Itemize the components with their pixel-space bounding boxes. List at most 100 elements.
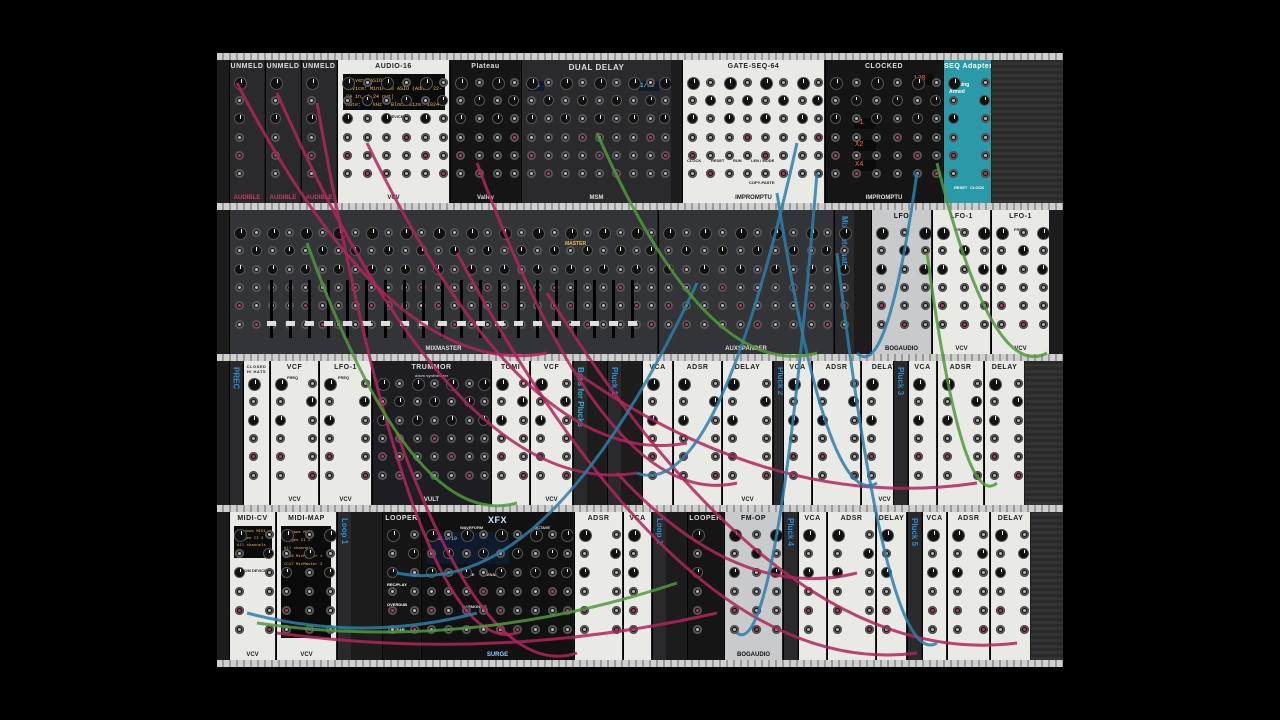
knob[interactable] xyxy=(892,96,902,106)
jack-socket[interactable] xyxy=(717,319,727,329)
jack-socket[interactable] xyxy=(980,301,989,311)
knob[interactable] xyxy=(282,530,293,541)
jack-socket[interactable] xyxy=(439,78,448,87)
jack-socket[interactable] xyxy=(282,625,291,634)
knob[interactable] xyxy=(728,379,739,390)
knob[interactable] xyxy=(849,397,858,407)
jack-socket[interactable] xyxy=(711,379,720,388)
jack-socket[interactable] xyxy=(343,150,352,160)
knob[interactable] xyxy=(730,530,741,541)
jack-socket[interactable] xyxy=(444,587,454,596)
jack-socket[interactable] xyxy=(779,78,789,87)
jack-socket[interactable] xyxy=(388,587,397,596)
jack-socket[interactable] xyxy=(612,606,621,615)
jack-socket[interactable] xyxy=(439,132,448,142)
jack-socket[interactable] xyxy=(444,625,454,634)
jack-socket[interactable] xyxy=(305,587,314,596)
adsr-module[interactable]: ADSR xyxy=(937,361,983,505)
jack-socket[interactable] xyxy=(362,114,372,124)
jack-socket[interactable] xyxy=(401,78,411,87)
knob[interactable] xyxy=(688,78,699,89)
vca-module[interactable]: VCA xyxy=(922,512,946,660)
adsr-module[interactable]: ADSR xyxy=(812,361,860,505)
knob[interactable] xyxy=(307,397,316,407)
jack-socket[interactable] xyxy=(595,168,604,178)
jack-socket[interactable] xyxy=(276,470,285,480)
jack-socket[interactable] xyxy=(996,606,1005,615)
jack-socket[interactable] xyxy=(401,150,411,160)
jack-socket[interactable] xyxy=(762,470,771,480)
knob[interactable] xyxy=(582,246,592,256)
knob[interactable] xyxy=(562,530,573,541)
jack-socket[interactable] xyxy=(395,452,405,462)
jack-socket[interactable] xyxy=(728,434,737,443)
jack-socket[interactable] xyxy=(730,549,739,558)
jack-socket[interactable] xyxy=(562,415,571,425)
jack-socket[interactable] xyxy=(789,301,799,311)
jack-socket[interactable] xyxy=(530,606,540,615)
jack-socket[interactable] xyxy=(711,434,720,443)
jack-socket[interactable] xyxy=(724,96,734,106)
jack-socket[interactable] xyxy=(378,397,387,407)
lfo1-module[interactable]: LFO-1 FREQ VCV xyxy=(932,210,990,354)
jack-socket[interactable] xyxy=(444,606,454,615)
knob[interactable] xyxy=(797,78,809,89)
jack-socket[interactable] xyxy=(953,625,962,634)
knob[interactable] xyxy=(235,568,244,577)
knob[interactable] xyxy=(913,114,923,124)
knob[interactable] xyxy=(1019,246,1028,256)
knob[interactable] xyxy=(867,379,878,390)
channel-fader[interactable] xyxy=(305,280,314,338)
jack-socket[interactable] xyxy=(510,168,519,178)
jack-socket[interactable] xyxy=(646,114,655,124)
jack-socket[interactable] xyxy=(865,568,874,577)
jack-socket[interactable] xyxy=(450,264,460,274)
jack-socket[interactable] xyxy=(544,78,553,87)
knob[interactable] xyxy=(547,549,557,558)
jack-socket[interactable] xyxy=(679,470,688,480)
jack-socket[interactable] xyxy=(421,150,431,160)
channel-fader[interactable] xyxy=(628,280,637,338)
jack-socket[interactable] xyxy=(561,96,570,106)
jack-socket[interactable] xyxy=(742,168,752,178)
jack-socket[interactable] xyxy=(562,470,571,480)
jack-socket[interactable] xyxy=(307,150,316,160)
jack-socket[interactable] xyxy=(831,168,840,178)
knob[interactable] xyxy=(479,415,488,425)
jack-socket[interactable] xyxy=(730,606,739,615)
knob[interactable] xyxy=(509,96,518,106)
jack-socket[interactable] xyxy=(343,132,352,142)
jack-socket[interactable] xyxy=(717,264,727,274)
knob[interactable] xyxy=(562,568,571,577)
jack-socket[interactable] xyxy=(499,301,509,311)
knob[interactable] xyxy=(301,228,313,239)
jack-socket[interactable] xyxy=(1039,246,1048,256)
jack-socket[interactable] xyxy=(647,301,656,311)
jack-socket[interactable] xyxy=(326,549,335,558)
knob[interactable] xyxy=(595,114,604,124)
jack-socket[interactable] xyxy=(735,283,745,292)
jack-socket[interactable] xyxy=(536,434,545,443)
jack-socket[interactable] xyxy=(814,168,823,178)
jack-socket[interactable] xyxy=(664,319,673,329)
knob[interactable] xyxy=(882,568,891,577)
knob[interactable] xyxy=(931,96,940,106)
knob[interactable] xyxy=(251,246,261,256)
knob[interactable] xyxy=(864,549,873,558)
jack-socket[interactable] xyxy=(317,301,327,311)
jack-socket[interactable] xyxy=(981,78,990,87)
jack-socket[interactable] xyxy=(412,470,422,480)
jack-socket[interactable] xyxy=(804,549,813,558)
unmeld-module[interactable]: UNMELD AUDIBLE xyxy=(301,60,336,203)
knob[interactable] xyxy=(980,96,989,106)
jack-socket[interactable] xyxy=(480,470,489,480)
jack-socket[interactable] xyxy=(980,246,989,256)
knob[interactable] xyxy=(533,228,545,239)
jack-socket[interactable] xyxy=(833,587,842,596)
jack-socket[interactable] xyxy=(953,587,962,596)
jack-socket[interactable] xyxy=(949,150,958,160)
jack-socket[interactable] xyxy=(752,625,761,634)
jack-socket[interactable] xyxy=(814,150,823,160)
knob[interactable] xyxy=(990,379,1001,390)
jack-socket[interactable] xyxy=(305,568,314,577)
